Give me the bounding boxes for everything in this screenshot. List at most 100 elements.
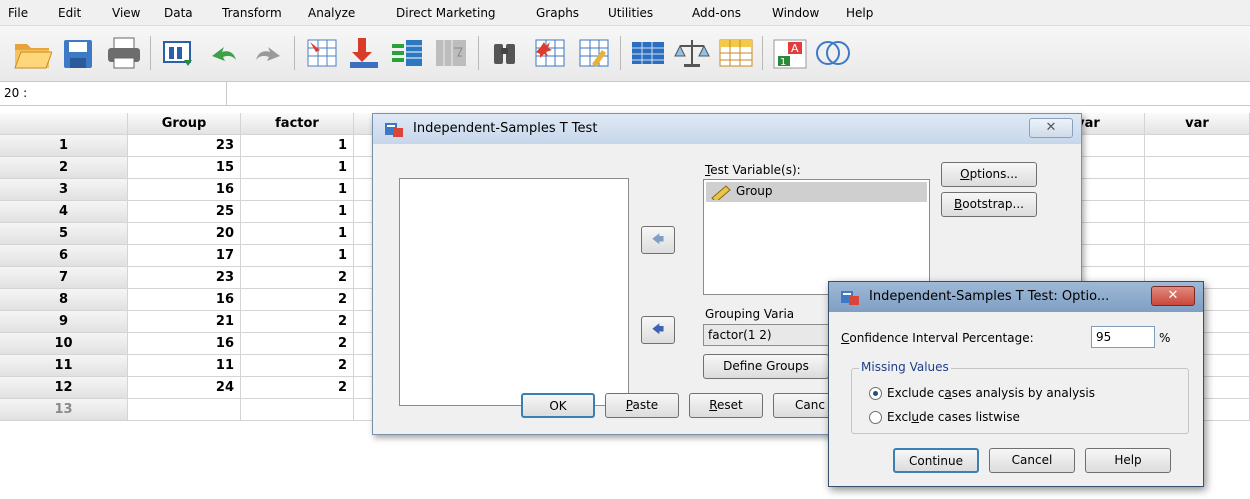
menu-utilities[interactable]: Utilities <box>608 6 653 20</box>
redo-icon[interactable] <box>248 34 288 72</box>
options-button[interactable]: Options... <box>941 162 1037 187</box>
grouping-variable-field[interactable]: factor(1 2) <box>703 324 829 346</box>
bootstrap-button[interactable]: Bootstrap... <box>941 192 1037 217</box>
grid-cell[interactable]: 1 <box>241 201 354 223</box>
menu-transform[interactable]: Transform <box>222 6 282 20</box>
menu-file[interactable]: File <box>8 6 28 20</box>
row-header[interactable]: 13 <box>0 399 128 421</box>
list-item-selected[interactable]: Group <box>706 182 927 202</box>
split-file-icon[interactable] <box>628 34 668 72</box>
find-icon[interactable] <box>486 34 526 72</box>
exclude-analysis-label[interactable]: Exclude cases analysis by analysis <box>887 386 1095 400</box>
menu-view[interactable]: View <box>112 6 140 20</box>
grid-cell[interactable]: 24 <box>128 377 241 399</box>
grid-cell[interactable]: 20 <box>128 223 241 245</box>
menu-add-ons[interactable]: Add-ons <box>692 6 741 20</box>
close-icon[interactable]: ✕ <box>1151 286 1195 306</box>
insert-variable-icon[interactable] <box>574 34 614 72</box>
row-header[interactable]: 5 <box>0 223 128 245</box>
grid-cell[interactable]: 2 <box>241 355 354 377</box>
grid-cell[interactable]: 1 <box>241 245 354 267</box>
value-labels-icon[interactable]: A1 <box>770 34 810 72</box>
row-header[interactable]: 7 <box>0 267 128 289</box>
move-grouping-variable-arrow-icon[interactable]: 🡄 <box>641 316 675 344</box>
menu-help[interactable]: Help <box>846 6 873 20</box>
grid-cell[interactable] <box>1145 223 1250 245</box>
row-header[interactable]: 8 <box>0 289 128 311</box>
move-test-variable-arrow-icon[interactable]: 🡄 <box>641 226 675 254</box>
grid-cell[interactable]: 2 <box>241 289 354 311</box>
column-header-group[interactable]: Group <box>128 113 241 135</box>
grid-cell[interactable]: 21 <box>128 311 241 333</box>
grid-cell[interactable]: 2 <box>241 311 354 333</box>
row-header[interactable]: 3 <box>0 179 128 201</box>
radio-exclude-listwise[interactable] <box>869 411 882 424</box>
grid-cell[interactable]: 15 <box>128 157 241 179</box>
grid-cell[interactable]: 2 <box>241 267 354 289</box>
row-header[interactable]: 12 <box>0 377 128 399</box>
goto-case-icon[interactable] <box>302 34 342 72</box>
grid-cell[interactable]: 1 <box>241 223 354 245</box>
run-descriptives-icon[interactable] <box>432 34 472 72</box>
dialog-titlebar[interactable]: Independent-Samples T Test ✕ <box>373 114 1081 144</box>
variables-icon[interactable] <box>388 34 428 72</box>
grid-cell[interactable]: 1 <box>241 135 354 157</box>
menu-direct-marketing[interactable]: Direct Marketing <box>396 6 496 20</box>
grid-cell[interactable]: 11 <box>128 355 241 377</box>
weight-cases-icon[interactable] <box>672 34 712 72</box>
grid-cell[interactable]: 1 <box>241 157 354 179</box>
cancel-button[interactable]: Cancel <box>989 448 1075 473</box>
grid-cell[interactable]: 17 <box>128 245 241 267</box>
undo-icon[interactable] <box>206 34 246 72</box>
dialog-titlebar[interactable]: Independent-Samples T Test: Optio... ✕ <box>829 282 1203 312</box>
grid-cell[interactable] <box>1145 179 1250 201</box>
select-cases-icon[interactable] <box>716 34 756 72</box>
use-sets-icon[interactable] <box>812 34 852 72</box>
menu-data[interactable]: Data <box>164 6 193 20</box>
test-variables-list[interactable]: Group <box>703 179 930 295</box>
row-header[interactable]: 4 <box>0 201 128 223</box>
grid-cell[interactable] <box>1145 201 1250 223</box>
column-header-var[interactable]: var <box>1145 113 1250 135</box>
column-header-factor[interactable]: factor <box>241 113 354 135</box>
reset-button[interactable]: Reset <box>689 393 763 418</box>
radio-exclude-analysis[interactable] <box>869 387 882 400</box>
grid-cell[interactable]: 1 <box>241 179 354 201</box>
menu-window[interactable]: Window <box>772 6 819 20</box>
print-icon[interactable] <box>104 34 144 72</box>
paste-button[interactable]: Paste <box>605 393 679 418</box>
exclude-listwise-label[interactable]: Exclude cases listwise <box>887 410 1020 424</box>
grid-cell[interactable]: 2 <box>241 377 354 399</box>
define-groups-button[interactable]: Define Groups <box>703 354 829 379</box>
row-header[interactable]: 2 <box>0 157 128 179</box>
ok-button[interactable]: OK <box>521 393 595 418</box>
grid-cell[interactable]: 16 <box>128 333 241 355</box>
grid-cell[interactable]: 16 <box>128 179 241 201</box>
grid-cell[interactable]: 2 <box>241 333 354 355</box>
help-button[interactable]: Help <box>1085 448 1171 473</box>
grid-cell[interactable]: 23 <box>128 135 241 157</box>
row-header[interactable]: 11 <box>0 355 128 377</box>
close-icon[interactable]: ✕ <box>1029 118 1073 138</box>
grid-cell[interactable] <box>1145 157 1250 179</box>
source-variable-list[interactable] <box>399 178 629 406</box>
menu-edit[interactable]: Edit <box>58 6 81 20</box>
menu-graphs[interactable]: Graphs <box>536 6 579 20</box>
row-header[interactable]: 1 <box>0 135 128 157</box>
open-folder-icon[interactable] <box>12 34 53 72</box>
recall-dialog-icon[interactable] <box>158 34 198 72</box>
menu-analyze[interactable]: Analyze <box>308 6 355 20</box>
ci-percentage-input[interactable]: 95 <box>1091 326 1155 348</box>
grid-cell[interactable] <box>1145 135 1250 157</box>
grid-cell[interactable] <box>1145 245 1250 267</box>
goto-variable-icon[interactable] <box>344 34 384 72</box>
row-header[interactable]: 9 <box>0 311 128 333</box>
save-icon[interactable] <box>58 34 98 72</box>
continue-button[interactable]: Continue <box>893 448 979 473</box>
row-header[interactable]: 10 <box>0 333 128 355</box>
corner-cell[interactable] <box>0 113 128 135</box>
grid-cell[interactable]: 25 <box>128 201 241 223</box>
row-header[interactable]: 6 <box>0 245 128 267</box>
grid-cell[interactable]: 16 <box>128 289 241 311</box>
insert-cases-icon[interactable] <box>530 34 570 72</box>
